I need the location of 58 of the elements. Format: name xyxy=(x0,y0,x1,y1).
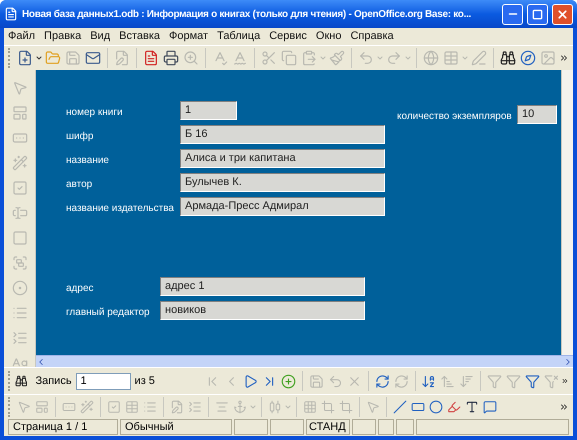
record-label: Запись xyxy=(35,374,72,389)
window-title: Новая база данных1.odb : Информация о книгах (только для чтения) - OpenOffice.org Base: ко... xyxy=(22,8,472,22)
menu-item[interactable]: Вставка xyxy=(119,28,160,45)
app-icon xyxy=(4,7,18,21)
print-icon[interactable] xyxy=(161,48,181,68)
text-field[interactable]: Булычев К. xyxy=(180,173,385,192)
text-field[interactable]: адрес 1 xyxy=(160,277,365,296)
text-field[interactable]: новиков xyxy=(160,301,365,320)
field-label: адрес xyxy=(66,282,94,294)
status-cell xyxy=(270,419,304,435)
more-icon[interactable] xyxy=(559,402,569,412)
menu-item[interactable]: Сервис xyxy=(269,28,307,45)
new-record-icon[interactable] xyxy=(278,372,298,390)
minimize-button[interactable] xyxy=(502,4,523,24)
status-page: Страница 1 / 1 xyxy=(8,419,118,435)
status-cell xyxy=(396,419,414,435)
toolbar-grip[interactable] xyxy=(8,397,11,417)
status-cell xyxy=(378,419,394,435)
menu-item[interactable]: Вид xyxy=(90,28,110,45)
binoculars-icon[interactable] xyxy=(14,373,28,389)
horizontal-scrollbar[interactable] xyxy=(36,355,573,367)
status-cell xyxy=(352,419,376,435)
status-mode: СТАНД xyxy=(306,419,350,435)
maximize-button[interactable] xyxy=(527,4,548,24)
menu-item[interactable]: Справка xyxy=(350,28,394,45)
status-cell xyxy=(234,419,268,435)
field-label: шифр xyxy=(66,130,94,142)
line-icon[interactable] xyxy=(391,398,409,416)
ellipse-icon[interactable] xyxy=(427,398,445,416)
vertical-scrollbar[interactable] xyxy=(561,70,573,355)
text-field[interactable]: Алиса и три капитана xyxy=(180,149,385,168)
maximize-icon xyxy=(532,8,543,20)
menu-item[interactable]: Правка xyxy=(44,28,82,45)
text-field[interactable]: 10 xyxy=(517,105,557,124)
field-label: главный редактор xyxy=(66,306,150,318)
menu-item[interactable]: Окно xyxy=(316,28,342,45)
toolbar-grip[interactable] xyxy=(8,371,11,391)
close-icon xyxy=(556,8,569,20)
callout-icon[interactable] xyxy=(481,398,499,416)
more-icon[interactable] xyxy=(561,376,570,386)
field-label: номер книги xyxy=(66,106,123,118)
menu-item[interactable]: Формат xyxy=(169,28,208,45)
status-style: Обычный xyxy=(120,419,232,435)
close-button[interactable] xyxy=(552,4,573,24)
field-label: название xyxy=(66,154,109,166)
text-field[interactable]: Армада-Пресс Адмирал xyxy=(180,197,385,216)
more-icon[interactable] xyxy=(559,53,569,63)
field-label: название издательства xyxy=(66,202,174,214)
field-label: количество экземпляров xyxy=(397,110,512,122)
compass-icon[interactable] xyxy=(518,48,538,68)
field-label: автор xyxy=(66,178,92,190)
text-field[interactable]: Б 16 xyxy=(180,125,385,144)
menu-item[interactable]: Файл xyxy=(8,28,36,45)
menu-item[interactable]: Таблица xyxy=(217,28,260,45)
record-total: из 5 xyxy=(134,374,155,389)
text-field[interactable]: 1 xyxy=(180,101,237,120)
toolbar-grip[interactable] xyxy=(8,48,11,68)
record-input[interactable]: 1 xyxy=(76,372,131,390)
